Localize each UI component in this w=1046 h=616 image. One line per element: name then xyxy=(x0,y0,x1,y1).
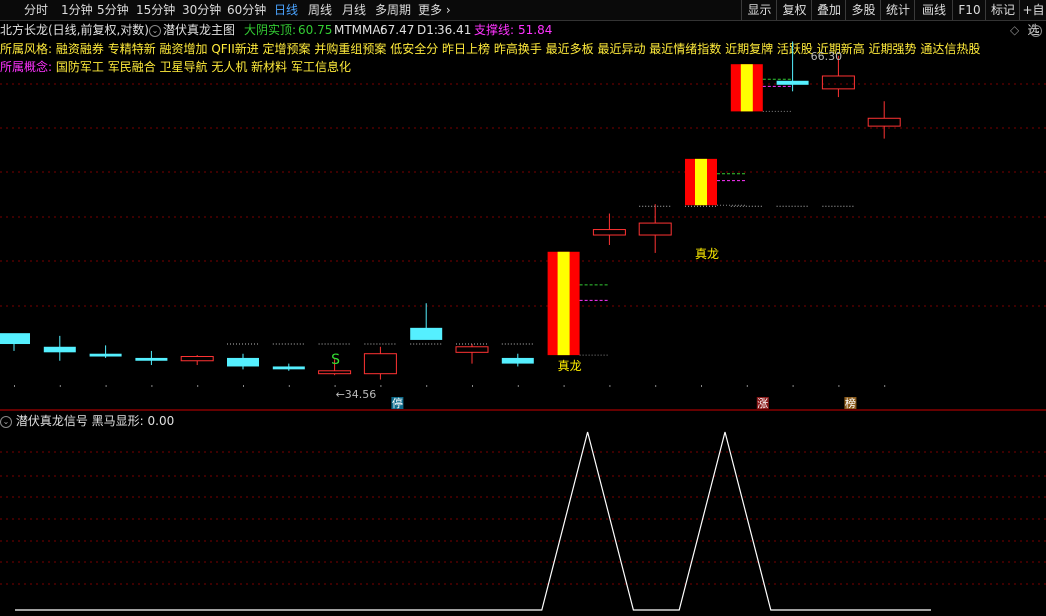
date-tick-15 xyxy=(701,385,702,387)
date-tick-3 xyxy=(151,385,153,387)
ting-badge: 停 xyxy=(392,396,403,410)
date-tick-19 xyxy=(884,385,886,387)
date-tick-4 xyxy=(197,385,199,387)
zhenlong-candle-core-12 xyxy=(557,251,570,356)
s-marker: S xyxy=(331,352,340,368)
candle-body-19 xyxy=(867,117,901,127)
date-tick-1 xyxy=(59,385,61,387)
candle-body-10 xyxy=(455,346,489,353)
candle-body-6 xyxy=(272,366,305,370)
candle-body-1 xyxy=(43,346,76,353)
signal-line xyxy=(15,431,931,611)
date-tick-7 xyxy=(334,385,336,387)
date-tick-17 xyxy=(792,385,794,387)
date-tick-18 xyxy=(838,385,840,387)
zhenlong-candle-core-16 xyxy=(740,64,753,112)
lower-panel-title: 潜伏真龙信号 xyxy=(15,414,88,428)
kline-chart[interactable]: S←34.5666.30真龙真龙停涨榜 xyxy=(0,0,1046,616)
date-tick-9 xyxy=(426,385,428,387)
date-tick-10 xyxy=(472,385,473,387)
candle-body-18 xyxy=(821,75,855,90)
candle-body-4 xyxy=(180,356,214,362)
date-tick-14 xyxy=(655,385,657,387)
date-tick-12 xyxy=(563,385,565,387)
candle-body-9 xyxy=(410,327,443,340)
date-tick-8 xyxy=(380,385,382,387)
candle-body-17 xyxy=(776,80,809,85)
candle-body-3 xyxy=(135,357,168,361)
candle-body-8 xyxy=(363,353,397,375)
zhenlong-label-2: 真龙 xyxy=(695,247,719,261)
lower-panel-header: ⌄ 潜伏真龙信号 黑马显形: 0.00 xyxy=(0,413,174,429)
zhang-badge: 涨 xyxy=(757,397,768,410)
date-tick-11 xyxy=(517,385,519,387)
date-tick-5 xyxy=(243,385,244,387)
zhenlong-label-1: 真龙 xyxy=(558,359,582,373)
high-price-label: 66.30 xyxy=(811,50,843,63)
date-tick-13 xyxy=(609,385,611,387)
date-tick-6 xyxy=(288,385,290,387)
candle-body-13 xyxy=(592,229,626,236)
candle-body-7 xyxy=(318,370,352,375)
date-tick-0 xyxy=(14,385,15,387)
low-price-label: ←34.56 xyxy=(336,388,377,401)
candle-body-5 xyxy=(227,357,259,367)
candle-body-14 xyxy=(638,222,672,236)
bang-badge: 榜 xyxy=(845,396,856,410)
date-tick-2 xyxy=(105,385,107,387)
lower-settings-icon[interactable]: ⌄ xyxy=(0,415,12,428)
candle-body-2 xyxy=(89,353,122,357)
date-tick-16 xyxy=(746,385,748,387)
lower-metric-label: 黑马显形: xyxy=(91,414,144,428)
zhenlong-candle-core-15 xyxy=(695,158,707,206)
lower-metric-value: 0.00 xyxy=(147,414,175,428)
candle-body-0 xyxy=(0,333,30,345)
candle-body-11 xyxy=(501,357,534,364)
